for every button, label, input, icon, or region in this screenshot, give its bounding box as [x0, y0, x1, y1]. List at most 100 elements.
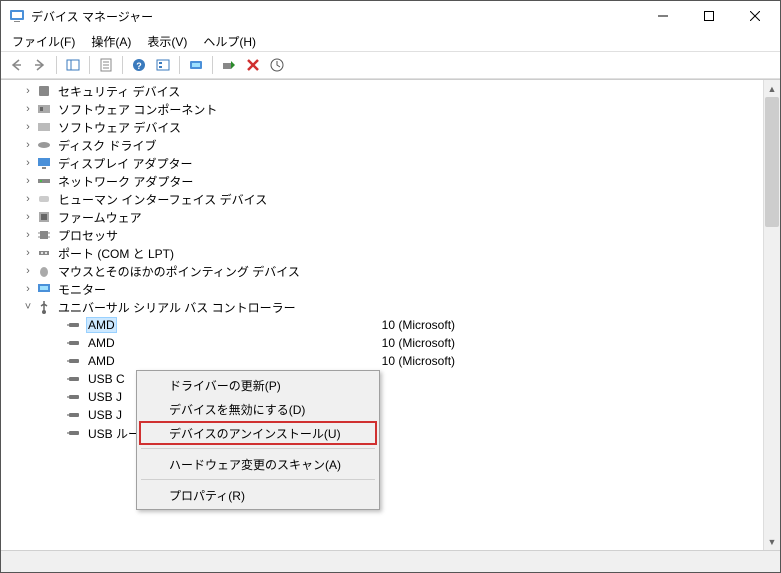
- category-label: ユニバーサル シリアル バス コントローラー: [56, 299, 298, 316]
- expand-icon[interactable]: ›: [21, 210, 35, 224]
- tree-category[interactable]: ›セキュリティ デバイス: [3, 82, 763, 100]
- context-menu-item[interactable]: ハードウェア変更のスキャン(A): [139, 452, 377, 476]
- context-menu-separator: [141, 448, 375, 449]
- tree-category[interactable]: › プロセッサ: [3, 226, 763, 244]
- tree-category[interactable]: › ディスク ドライブ: [3, 136, 763, 154]
- category-label: ディスプレイ アダプター: [56, 155, 195, 172]
- back-button[interactable]: [5, 54, 27, 76]
- tree-category[interactable]: › ヒューマン インターフェイス デバイス: [3, 190, 763, 208]
- statusbar: [1, 550, 780, 572]
- properties-button[interactable]: [95, 54, 117, 76]
- tree-category[interactable]: ˅ ユニバーサル シリアル バス コントローラー: [3, 298, 763, 316]
- tree-device[interactable]: USB J: [3, 406, 763, 424]
- tree-category[interactable]: › ディスプレイ アダプター: [3, 154, 763, 172]
- toolbar-separator: [212, 56, 213, 74]
- spacer: [51, 408, 65, 422]
- category-icon: [36, 83, 52, 99]
- context-menu-item[interactable]: デバイスのアンインストール(U): [139, 421, 377, 445]
- menu-action[interactable]: 操作(A): [84, 32, 138, 51]
- category-label: プロセッサ: [56, 227, 120, 244]
- help-button[interactable]: ?: [128, 54, 150, 76]
- uninstall-device-button[interactable]: [242, 54, 264, 76]
- forward-button[interactable]: [29, 54, 51, 76]
- category-icon: [36, 119, 52, 135]
- tree-category[interactable]: ›ファームウェア: [3, 208, 763, 226]
- tree-category[interactable]: ›ポート (COM と LPT): [3, 244, 763, 262]
- context-menu-item[interactable]: プロパティ(R): [139, 483, 377, 507]
- spacer: [51, 336, 65, 350]
- device-label: AMD: [86, 317, 117, 333]
- toolbar-separator: [89, 56, 90, 74]
- category-label: ソフトウェア デバイス: [56, 119, 183, 136]
- category-label: ディスク ドライブ: [56, 137, 159, 154]
- expand-icon[interactable]: ›: [21, 156, 35, 170]
- device-label: AMD: [86, 336, 117, 350]
- expand-icon[interactable]: ›: [21, 192, 35, 206]
- context-menu-item[interactable]: デバイスを無効にする(D): [139, 397, 377, 421]
- category-icon: [36, 245, 52, 261]
- scan-hardware-button[interactable]: [185, 54, 207, 76]
- device-icon: [66, 353, 82, 369]
- context-menu-item[interactable]: ドライバーの更新(P): [139, 373, 377, 397]
- expand-icon[interactable]: ›: [21, 120, 35, 134]
- expand-icon[interactable]: ›: [21, 282, 35, 296]
- category-icon: [36, 263, 52, 279]
- content-area: ›セキュリティ デバイス›ソフトウェア コンポーネント›ソフトウェア デバイス›…: [1, 79, 780, 550]
- minimize-button[interactable]: [640, 1, 686, 31]
- tree-category[interactable]: › ソフトウェア デバイス: [3, 118, 763, 136]
- expand-icon[interactable]: ›: [21, 246, 35, 260]
- device-icon: [66, 425, 82, 441]
- spacer: [51, 318, 65, 332]
- scroll-up-icon[interactable]: ▲: [764, 80, 780, 97]
- update-driver-button[interactable]: [266, 54, 288, 76]
- expand-icon[interactable]: ›: [21, 264, 35, 278]
- menu-file[interactable]: ファイル(F): [5, 32, 82, 51]
- tree-category[interactable]: ›モニター: [3, 280, 763, 298]
- expand-icon[interactable]: ˅: [21, 300, 35, 314]
- tree-device[interactable]: USB C: [3, 370, 763, 388]
- device-icon: [66, 335, 82, 351]
- spacer: [51, 390, 65, 404]
- tree-category[interactable]: ›マウスとそのほかのポインティング デバイス: [3, 262, 763, 280]
- category-label: ソフトウェア コンポーネント: [56, 101, 219, 118]
- tree-device[interactable]: USB ルート ハブ (USB 3.0): [3, 424, 763, 442]
- tree-category[interactable]: › ソフトウェア コンポーネント: [3, 100, 763, 118]
- device-icon: [66, 371, 82, 387]
- device-icon: [66, 389, 82, 405]
- tree-device[interactable]: AMD 10 (Microsoft): [3, 352, 763, 370]
- tree-device[interactable]: AMD10 (Microsoft): [3, 334, 763, 352]
- expand-icon[interactable]: ›: [21, 228, 35, 242]
- tree-device[interactable]: USB J: [3, 388, 763, 406]
- close-button[interactable]: [732, 1, 778, 31]
- scroll-down-icon[interactable]: ▼: [764, 533, 780, 550]
- expand-icon[interactable]: ›: [21, 174, 35, 188]
- category-icon: [36, 299, 52, 315]
- vertical-scrollbar[interactable]: ▲ ▼: [763, 80, 780, 550]
- category-label: ヒューマン インターフェイス デバイス: [56, 191, 269, 208]
- show-hide-tree-button[interactable]: [62, 54, 84, 76]
- context-menu: ドライバーの更新(P)デバイスを無効にする(D)デバイスのアンインストール(U)…: [136, 370, 380, 510]
- device-suffix: 10 (Microsoft): [382, 318, 455, 332]
- scroll-thumb[interactable]: [765, 97, 779, 227]
- menu-view[interactable]: 表示(V): [140, 32, 194, 51]
- device-tree[interactable]: ›セキュリティ デバイス›ソフトウェア コンポーネント›ソフトウェア デバイス›…: [1, 80, 763, 550]
- expand-icon[interactable]: ›: [21, 102, 35, 116]
- category-icon: [36, 281, 52, 297]
- menu-help[interactable]: ヘルプ(H): [196, 32, 263, 51]
- expand-icon[interactable]: ›: [21, 84, 35, 98]
- category-label: ネットワーク アダプター: [56, 173, 195, 190]
- device-suffix: 10 (Microsoft): [382, 354, 455, 368]
- spacer: [51, 426, 65, 440]
- action-button[interactable]: [152, 54, 174, 76]
- tree-category[interactable]: › ネットワーク アダプター: [3, 172, 763, 190]
- device-label: AMD: [86, 354, 117, 368]
- enable-device-button[interactable]: [218, 54, 240, 76]
- toolbar-separator: [179, 56, 180, 74]
- tree-device[interactable]: AMD 10 (Microsoft): [3, 316, 763, 334]
- maximize-button[interactable]: [686, 1, 732, 31]
- category-icon: [36, 173, 52, 189]
- device-label: USB J: [86, 408, 124, 422]
- spacer: [51, 354, 65, 368]
- expand-icon[interactable]: ›: [21, 138, 35, 152]
- spacer: [51, 372, 65, 386]
